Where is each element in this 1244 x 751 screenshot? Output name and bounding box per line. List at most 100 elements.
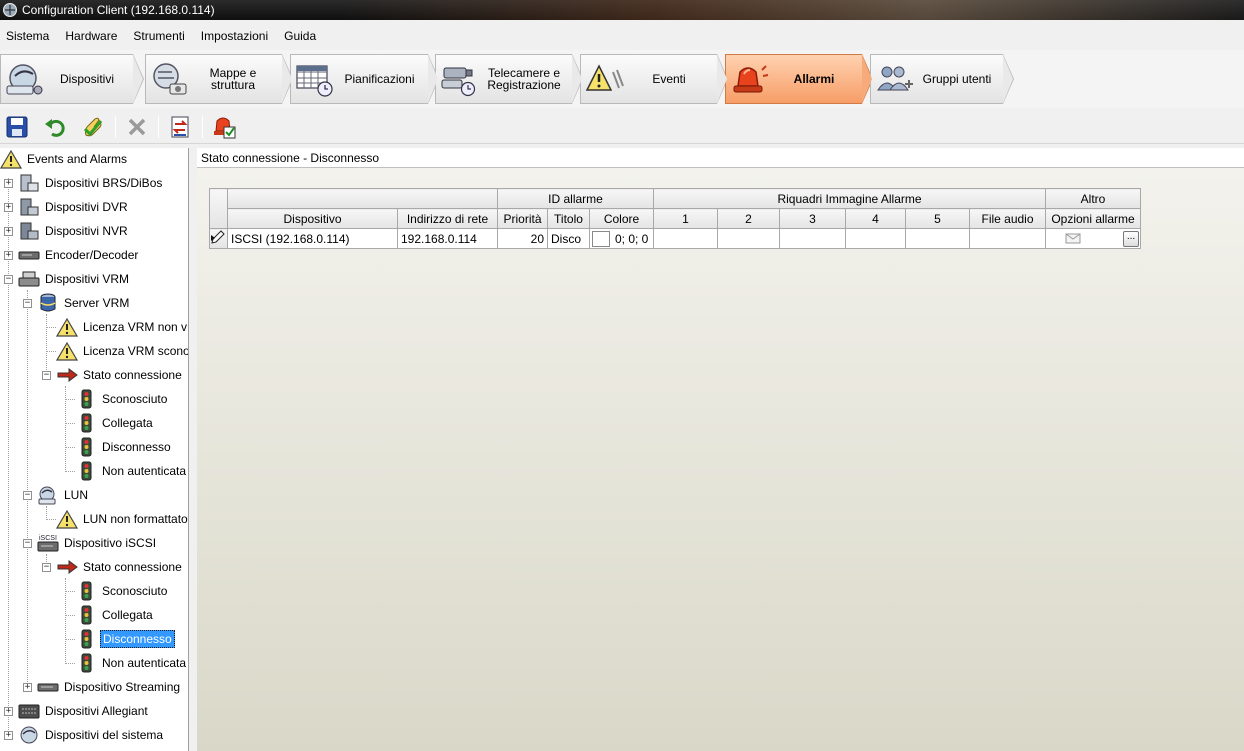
- alarm-options-button[interactable]: ...: [1123, 230, 1139, 247]
- pencil-icon: [211, 230, 225, 244]
- cell-titolo[interactable]: Disco: [547, 228, 590, 249]
- col-indirizzo-di-rete[interactable]: Indirizzo di rete: [397, 208, 498, 229]
- col-riquadro-2[interactable]: 2: [717, 208, 780, 229]
- expand-toggle[interactable]: +: [23, 683, 32, 692]
- alarm-check-icon[interactable]: [212, 115, 236, 139]
- tree-item-dispositivo-iscsi[interactable]: iSCSI Dispositivo iSCSI: [37, 533, 158, 553]
- expand-toggle[interactable]: +: [4, 251, 13, 260]
- collapse-toggle[interactable]: −: [42, 371, 51, 380]
- traffic-light-icon: [81, 605, 92, 625]
- menu-bar: Sistema Hardware Strumenti Impostazioni …: [0, 25, 332, 47]
- warning-icon: [0, 149, 22, 169]
- group-riquadri-immagine-allarme: Riquadri Immagine Allarme: [653, 188, 1046, 209]
- cell-riquadro-1[interactable]: [653, 228, 718, 249]
- cell-file-audio[interactable]: [969, 228, 1046, 249]
- tree-item-licenza-vrm-sconosciuta[interactable]: Licenza VRM scono: [56, 341, 188, 361]
- expand-toggle[interactable]: +: [4, 227, 13, 236]
- tab-mappe-e-struttura[interactable]: Mappe e struttura: [145, 54, 293, 104]
- collapse-toggle[interactable]: −: [23, 491, 32, 500]
- tab-eventi[interactable]: Eventi: [580, 54, 728, 104]
- expand-toggle[interactable]: +: [4, 179, 13, 188]
- col-riquadro-5[interactable]: 5: [905, 208, 970, 229]
- vrm-icon: [18, 271, 40, 287]
- tree-item-licenza-vrm-non-valida[interactable]: Licenza VRM non v: [56, 317, 188, 337]
- tree-item-brs[interactable]: Dispositivi BRS/DiBos: [18, 173, 164, 193]
- cell-dispositivo[interactable]: ISCSI (192.168.0.114): [227, 228, 398, 249]
- tree-item-sconosciuto-iscsi[interactable]: Sconosciuto: [75, 581, 169, 601]
- tab-gruppi-utenti[interactable]: Gruppi utenti: [870, 54, 1014, 104]
- tree-item-server-vrm[interactable]: Server VRM: [37, 293, 131, 313]
- group-altro: Altro: [1045, 188, 1141, 209]
- tree-item-disconnesso[interactable]: Disconnesso: [75, 437, 173, 457]
- expand-toggle[interactable]: +: [4, 731, 13, 740]
- lun-icon: [38, 486, 56, 505]
- tab-allarmi[interactable]: Allarmi: [725, 54, 873, 104]
- table-row[interactable]: ISCSI (192.168.0.114) 192.168.0.114 20 D…: [209, 228, 1141, 249]
- transfer-icon[interactable]: [168, 115, 192, 139]
- collapse-toggle[interactable]: −: [23, 299, 32, 308]
- color-swatch[interactable]: [592, 230, 610, 247]
- tree-item-lun[interactable]: LUN: [37, 485, 90, 505]
- col-priorita[interactable]: Priorità: [497, 208, 548, 229]
- cell-priorita[interactable]: 20: [497, 228, 548, 249]
- server-icon: [20, 174, 39, 192]
- maps-icon: [153, 63, 187, 95]
- menu-guida[interactable]: Guida: [284, 29, 316, 43]
- cell-riquadro-4[interactable]: [845, 228, 906, 249]
- col-riquadro-3[interactable]: 3: [779, 208, 846, 229]
- splitter[interactable]: [190, 148, 197, 751]
- col-riquadro-4[interactable]: 4: [845, 208, 906, 229]
- tree-item-lun-non-formattato[interactable]: LUN non formattato: [56, 509, 188, 529]
- expand-toggle[interactable]: +: [4, 707, 13, 716]
- traffic-light-icon: [81, 389, 92, 409]
- menu-sistema[interactable]: Sistema: [6, 29, 49, 43]
- activate-icon[interactable]: [81, 115, 105, 139]
- tree-item-collegata[interactable]: Collegata: [75, 413, 155, 433]
- cell-opzioni-allarme[interactable]: ...: [1045, 228, 1141, 249]
- tree-item-dvr[interactable]: Dispositivi DVR: [18, 197, 130, 217]
- tree-item-encoder-decoder[interactable]: Encoder/Decoder: [18, 245, 140, 265]
- collapse-toggle[interactable]: −: [42, 563, 51, 572]
- undo-icon[interactable]: [43, 115, 67, 139]
- tab-telecamere-e-registrazione[interactable]: Telecamere e Registrazione: [435, 54, 583, 104]
- collapse-toggle[interactable]: −: [4, 275, 13, 284]
- tab-dispositivi[interactable]: Dispositivi: [0, 54, 144, 104]
- expand-toggle[interactable]: +: [4, 203, 13, 212]
- col-dispositivo[interactable]: Dispositivo: [227, 208, 398, 229]
- tree-item-sconosciuto[interactable]: Sconosciuto: [75, 389, 169, 409]
- cell-riquadro-3[interactable]: [779, 228, 846, 249]
- tree-item-allegiant[interactable]: Dispositivi Allegiant: [18, 701, 150, 721]
- traffic-light-icon: [81, 581, 92, 601]
- tree-item-disconnesso-iscsi-selected[interactable]: Disconnesso: [75, 629, 175, 649]
- menu-impostazioni[interactable]: Impostazioni: [201, 29, 268, 43]
- col-titolo[interactable]: Titolo: [547, 208, 590, 229]
- col-colore[interactable]: Colore: [589, 208, 654, 229]
- save-icon[interactable]: [5, 115, 29, 139]
- traffic-light-icon: [81, 437, 92, 457]
- delete-icon[interactable]: [125, 115, 149, 139]
- tree-item-dispositivo-streaming[interactable]: Dispositivo Streaming: [37, 677, 182, 697]
- svg-text:iSCSI: iSCSI: [39, 535, 57, 542]
- col-file-audio[interactable]: File audio: [969, 208, 1046, 229]
- col-riquadro-1[interactable]: 1: [653, 208, 718, 229]
- tree-item-collegata-iscsi[interactable]: Collegata: [75, 605, 155, 625]
- tree-root-events-and-alarms[interactable]: Events and Alarms: [0, 149, 129, 169]
- tree-item-stato-connessione[interactable]: Stato connessione: [56, 365, 184, 385]
- warning-icon: [56, 509, 78, 529]
- cell-indirizzo[interactable]: 192.168.0.114: [397, 228, 498, 249]
- tree-item-stato-connessione-iscsi[interactable]: Stato connessione: [56, 557, 184, 577]
- tree-item-non-autenticata-iscsi[interactable]: Non autenticata: [75, 653, 188, 673]
- menu-hardware[interactable]: Hardware: [65, 29, 117, 43]
- collapse-toggle[interactable]: −: [23, 539, 32, 548]
- tree-item-dispositivi-del-sistema[interactable]: Dispositivi del sistema: [18, 725, 165, 745]
- col-opzioni-allarme[interactable]: Opzioni allarme: [1045, 208, 1141, 229]
- cell-riquadro-2[interactable]: [717, 228, 780, 249]
- cell-riquadro-5[interactable]: [905, 228, 970, 249]
- tab-pianificazioni[interactable]: Pianificazioni: [290, 54, 439, 104]
- tree-item-vrm[interactable]: Dispositivi VRM: [18, 269, 131, 289]
- tree-item-nvr[interactable]: Dispositivi NVR: [18, 221, 130, 241]
- cell-colore[interactable]: 0; 0; 0: [589, 228, 654, 249]
- tree-item-non-autenticata[interactable]: Non autenticata: [75, 461, 188, 481]
- menu-strumenti[interactable]: Strumenti: [133, 29, 184, 43]
- app-icon: [3, 3, 17, 17]
